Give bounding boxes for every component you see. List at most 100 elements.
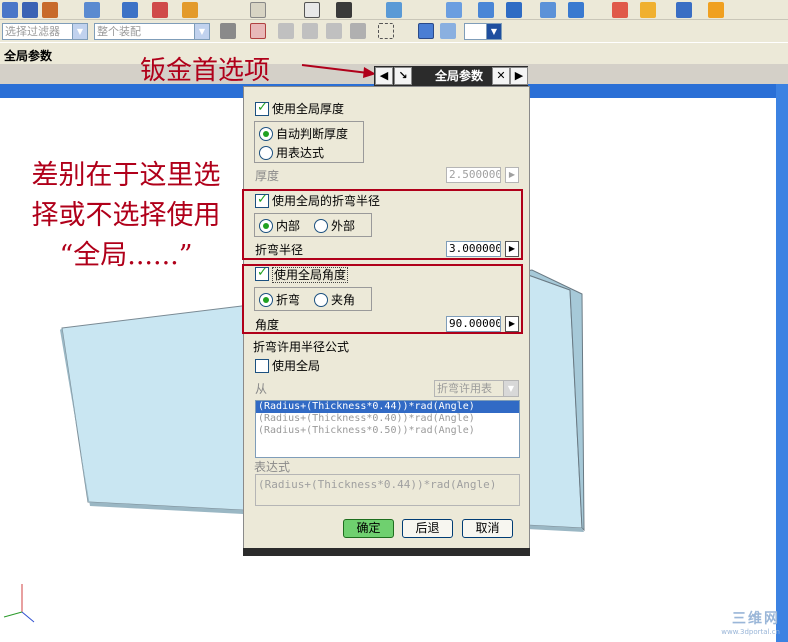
undo-icon[interactable] (278, 23, 294, 39)
curve-icon[interactable] (42, 2, 58, 18)
assembly-scope-value: 整个装配 (97, 25, 141, 38)
use-global-formula-label: 使用全局 (272, 359, 321, 373)
display-icon[interactable] (386, 2, 402, 18)
included-angle-label: 夹角 (331, 293, 356, 307)
sheet-metal-icon[interactable] (446, 2, 462, 18)
back-icon[interactable]: ◀ (375, 67, 393, 85)
list-item[interactable]: (Radius+(Thickness*0.40))*rad(Angle) (256, 413, 519, 425)
wcs-triad-icon (3, 584, 35, 623)
collapse-icon[interactable]: ↘ (394, 67, 412, 85)
selection-toolbar: 选择过滤器 ▼ 整个装配 ▼ ▼ (0, 20, 788, 42)
annotation-title: 钣金首选项 (140, 56, 271, 86)
annotation-arrow (301, 64, 376, 78)
chevron-down-icon: ▼ (194, 24, 209, 39)
tab-global-parameters[interactable]: 全局参数 (4, 47, 52, 64)
back-button[interactable]: 后退 (402, 519, 453, 538)
bend-allowance-section-label: 折弯许用半径公式 (253, 340, 350, 354)
bend-icon[interactable] (506, 2, 522, 18)
point-icon[interactable] (326, 23, 342, 39)
book-icon[interactable] (22, 2, 38, 18)
use-global-angle-checkbox[interactable] (255, 265, 269, 281)
flange-icon[interactable] (478, 2, 494, 18)
shading-icon[interactable] (640, 2, 656, 18)
dialog-header[interactable]: ◀ ↘ 全局参数 ✕ ▶ (374, 66, 528, 86)
expression-field[interactable]: (Radius+(Thickness*0.44))*rad(Angle) (255, 474, 520, 506)
assembly-icon[interactable] (182, 2, 198, 18)
outer-label: 外部 (331, 219, 356, 233)
annotation-line: 差别在于这里选 (31, 160, 221, 191)
wcs-icon[interactable] (418, 23, 434, 39)
inner-radio[interactable] (259, 219, 273, 233)
outer-radio[interactable] (314, 219, 328, 233)
thickness-menu-icon[interactable]: ▶ (505, 167, 519, 183)
layer-icon[interactable] (440, 23, 456, 39)
included-angle-radio[interactable] (314, 293, 328, 307)
expression-label: 表达式 (254, 460, 291, 474)
assembly-scope-dropdown[interactable]: 整个装配 ▼ (94, 23, 210, 40)
arrow-tool-icon[interactable] (336, 2, 352, 18)
use-expression-radio[interactable] (259, 146, 273, 160)
edit-icon[interactable] (84, 2, 100, 18)
bend-radius-input[interactable]: 3.000000 (446, 241, 501, 257)
tab-icon[interactable] (540, 2, 556, 18)
thickness-label: 厚度 (255, 169, 280, 183)
watermark-url: www.3dportal.cn (721, 628, 780, 636)
color-dropdown[interactable]: ▼ (464, 23, 502, 40)
annotation-difference-note: 差别在于这里选 择或不选择使用 “全局......” (10, 156, 242, 276)
use-global-thickness-checkbox[interactable] (255, 100, 269, 116)
sketch-icon[interactable] (2, 2, 18, 18)
inner-label: 内部 (276, 219, 301, 233)
selection-filter-dropdown[interactable]: 选择过滤器 ▼ (2, 23, 88, 40)
angle-label: 角度 (255, 318, 280, 332)
use-global-thickness-label: 使用全局厚度 (272, 102, 345, 116)
forward-icon[interactable]: ▶ (510, 67, 528, 85)
bend-angle-label: 折弯 (276, 293, 301, 307)
from-dropdown[interactable]: 折弯许用表 ▼ (434, 380, 519, 397)
unbend-icon[interactable] (568, 2, 584, 18)
annotation-line: 择或不选择使用 (31, 200, 221, 231)
tool-icon[interactable] (350, 23, 366, 39)
view-icon[interactable] (676, 2, 692, 18)
feature-icon[interactable] (302, 23, 318, 39)
list-item[interactable]: (Radius+(Thickness*0.50))*rad(Angle) (256, 425, 519, 437)
bend-angle-radio[interactable] (259, 293, 273, 307)
render-icon[interactable] (708, 2, 724, 18)
shape-icon[interactable] (304, 2, 320, 18)
resource-tab-bar: 全局参数 (0, 42, 788, 64)
selection-filter-value: 选择过滤器 (5, 25, 60, 38)
dimension-icon[interactable] (250, 2, 266, 18)
auto-thickness-label: 自动判断厚度 (276, 127, 349, 141)
from-label: 从 (255, 382, 268, 396)
angle-menu-icon[interactable]: ▶ (505, 316, 519, 332)
formula-list[interactable]: (Radius+(Thickness*0.44))*rad(Angle) (Ra… (255, 400, 520, 458)
part-icon[interactable] (152, 2, 168, 18)
marquee-icon[interactable] (378, 23, 394, 39)
dialog-title: 全局参数 (434, 69, 483, 83)
viewport-border (776, 84, 788, 642)
from-dropdown-value: 折弯许用表 (437, 382, 492, 395)
use-global-bend-radius-checkbox[interactable] (255, 192, 269, 208)
watermark: 三维网 www.3dportal.cn (700, 608, 780, 636)
close-icon[interactable]: ✕ (492, 67, 510, 85)
auto-thickness-radio[interactable] (259, 127, 273, 141)
use-expression-label: 用表达式 (276, 146, 325, 160)
chevron-down-icon: ▼ (72, 24, 87, 39)
angle-input[interactable]: 90.000000 (446, 316, 501, 332)
use-global-angle-label: 使用全局角度 (272, 267, 349, 283)
cube-icon[interactable] (122, 2, 138, 18)
dialog-footer (243, 548, 530, 556)
bend-radius-menu-icon[interactable]: ▶ (505, 241, 519, 257)
list-item[interactable]: (Radius+(Thickness*0.44))*rad(Angle) (256, 401, 519, 413)
cancel-button[interactable]: 取消 (462, 519, 513, 538)
annotation-line: “全局......” (59, 240, 193, 271)
bend-radius-label: 折弯半径 (255, 243, 304, 257)
flatten-icon[interactable] (612, 2, 628, 18)
use-global-formula-checkbox[interactable] (255, 359, 269, 373)
chevron-down-icon: ▼ (503, 381, 518, 396)
chevron-down-icon: ▼ (486, 24, 501, 39)
thickness-input[interactable]: 2.500000 (446, 167, 501, 183)
snap-point-icon[interactable] (250, 23, 266, 39)
use-global-bend-radius-label: 使用全局的折弯半径 (272, 194, 381, 208)
ok-button[interactable]: 确定 (343, 519, 394, 538)
filter-settings-icon[interactable] (220, 23, 236, 39)
